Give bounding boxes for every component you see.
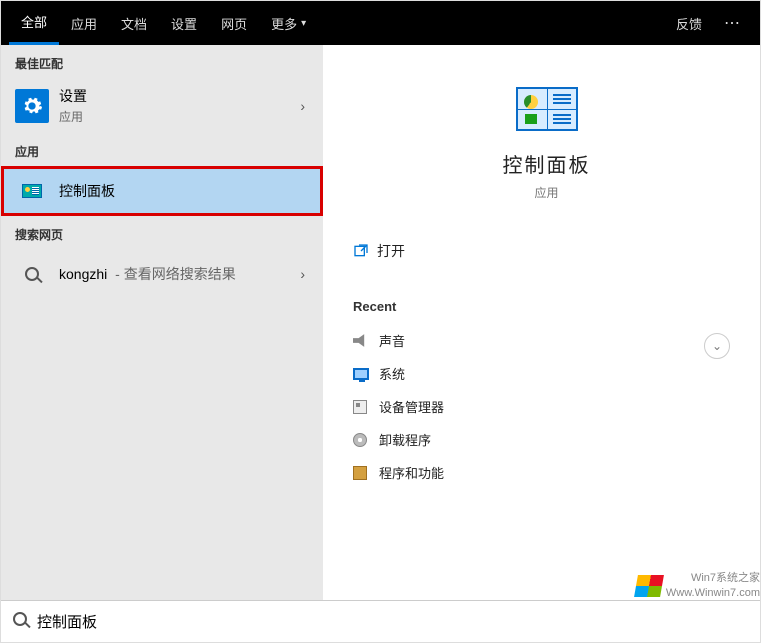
watermark-line1: Win7系统之家 <box>666 571 760 585</box>
box-icon <box>353 466 379 480</box>
result-web-kongzhi[interactable]: kongzhi - 查看网络搜索结果 › <box>1 249 323 299</box>
result-control-panel[interactable]: 控制面板 <box>1 166 323 216</box>
watermark: Win7系统之家 Www.Winwin7.com <box>636 571 760 600</box>
recent-system[interactable]: 系统 <box>353 357 740 390</box>
recent-label: 设备管理器 <box>379 397 444 416</box>
open-icon <box>353 243 377 259</box>
search-input[interactable] <box>37 613 748 630</box>
tab-documents[interactable]: 文档 <box>109 1 159 45</box>
device-icon <box>353 400 379 414</box>
result-title: kongzhi - 查看网络搜索结果 <box>59 264 296 284</box>
preview-pane: 控制面板 应用 打开 ⌄ Recent 声音 系统 <box>323 45 760 600</box>
results-list: 最佳匹配 设置 应用 › 应用 控制面板 搜索网 <box>1 45 323 600</box>
chevron-right-icon[interactable]: › <box>296 98 309 114</box>
result-title: 设置 <box>59 86 296 106</box>
tab-more-label: 更多 <box>271 14 297 33</box>
recent-programs-features[interactable]: 程序和功能 <box>353 456 740 489</box>
section-search-web: 搜索网页 <box>1 216 323 249</box>
monitor-icon <box>353 368 379 380</box>
result-subtitle: 应用 <box>59 108 296 125</box>
chevron-right-icon[interactable]: › <box>296 266 309 282</box>
web-query: kongzhi <box>59 266 107 282</box>
recent-label: 卸载程序 <box>379 430 431 449</box>
tab-more[interactable]: 更多 ▾ <box>259 1 318 45</box>
feedback-link[interactable]: 反馈 <box>664 14 714 33</box>
action-open[interactable]: 打开 <box>353 231 740 271</box>
chevron-down-icon: ▾ <box>301 18 306 29</box>
windows-logo-icon <box>634 575 664 597</box>
chevron-down-icon: ⌄ <box>712 339 722 353</box>
tab-web[interactable]: 网页 <box>209 1 259 45</box>
search-icon <box>13 612 27 631</box>
recent-header: Recent <box>353 299 740 314</box>
search-icon <box>15 257 49 291</box>
results-body: 最佳匹配 设置 应用 › 应用 控制面板 搜索网 <box>1 45 760 600</box>
control-panel-large-icon <box>516 87 578 131</box>
top-tab-bar: 全部 应用 文档 设置 网页 更多 ▾ 反馈 ⋯ <box>1 1 760 45</box>
section-best-match: 最佳匹配 <box>1 45 323 78</box>
recent-label: 程序和功能 <box>379 463 444 482</box>
watermark-line2: Www.Winwin7.com <box>666 586 760 600</box>
recent-uninstall[interactable]: 卸载程序 <box>353 423 740 456</box>
recent-label: 系统 <box>379 364 405 383</box>
result-settings[interactable]: 设置 应用 › <box>1 78 323 133</box>
search-bar <box>1 600 760 642</box>
preview-subtitle: 应用 <box>534 184 558 201</box>
result-title: 控制面板 <box>59 181 309 201</box>
control-panel-icon <box>15 174 49 208</box>
section-apps: 应用 <box>1 133 323 166</box>
start-search-window: 全部 应用 文档 设置 网页 更多 ▾ 反馈 ⋯ 最佳匹配 设置 应用 › <box>0 0 761 643</box>
result-text: 设置 应用 <box>59 86 296 125</box>
web-suffix: - 查看网络搜索结果 <box>111 266 235 282</box>
disc-icon <box>353 433 379 447</box>
result-text: kongzhi - 查看网络搜索结果 <box>59 264 296 284</box>
tab-apps[interactable]: 应用 <box>59 1 109 45</box>
recent-device-manager[interactable]: 设备管理器 <box>353 390 740 423</box>
tab-settings[interactable]: 设置 <box>159 1 209 45</box>
recent-sound[interactable]: 声音 <box>353 324 740 357</box>
more-options-button[interactable]: ⋯ <box>714 13 752 33</box>
gear-icon <box>15 89 49 123</box>
action-open-label: 打开 <box>377 241 405 261</box>
tab-all[interactable]: 全部 <box>9 1 59 45</box>
expand-chevron-button[interactable]: ⌄ <box>704 333 730 359</box>
preview-header: 控制面板 应用 <box>353 87 740 201</box>
recent-label: 声音 <box>379 331 405 350</box>
result-text: 控制面板 <box>59 181 309 201</box>
preview-title: 控制面板 <box>503 149 591 178</box>
speaker-icon <box>353 333 379 349</box>
